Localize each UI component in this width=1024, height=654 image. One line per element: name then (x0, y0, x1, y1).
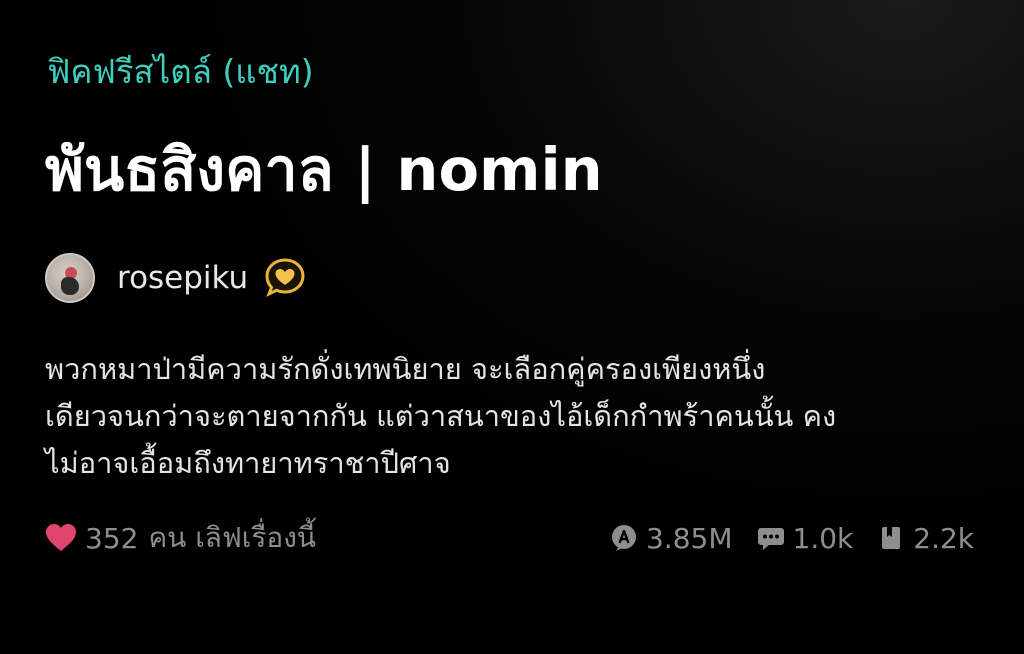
bookmarks-stat: 2.2k (877, 522, 974, 555)
story-card: ฟิคฟรีสไตล์ (แชท) พันธสิงคาล | nomin ros… (0, 0, 1024, 654)
heart-icon[interactable] (45, 523, 77, 553)
story-category[interactable]: ฟิคฟรีสไตล์ (แชท) (47, 52, 314, 92)
comments-stat: 1.0k (757, 521, 854, 555)
reads-stat: 3.85M (610, 522, 733, 555)
description-line: เดียวจนกว่าจะตายจากกัน แต่วาสนาของไอ้เด็… (45, 399, 837, 433)
reads-icon (610, 524, 638, 552)
bookmark-icon (877, 524, 905, 552)
author-avatar[interactable] (45, 253, 95, 303)
reads-count: 3.85M (645, 521, 733, 555)
story-title: พันธสิงคาล | nomin (45, 135, 603, 204)
description-line: พวกหมาป่ามีความรักดั่งเทพนิยาย จะเลือกคู… (45, 352, 766, 386)
gold-heart-chat-icon (264, 257, 306, 299)
comment-icon (757, 524, 785, 552)
likes-stat[interactable]: 352 คน เลิฟเรื่องนี้ (45, 518, 316, 558)
description-line: ไม่อาจเอื้อมถึงทายาทราชาปีศาจ (45, 446, 451, 480)
story-description: พวกหมาป่ามีความรักดั่งเทพนิยาย จะเลือกคู… (45, 346, 985, 487)
author-row[interactable]: rosepiku (45, 252, 306, 304)
likes-count: 352 (85, 521, 139, 555)
author-name[interactable]: rosepiku (117, 260, 248, 296)
comments-count: 1.0k (792, 521, 854, 555)
story-stats: 3.85M 1.0k 2.2k (586, 518, 974, 558)
likes-label: คน เลิฟเรื่องนี้ (148, 521, 317, 554)
bookmarks-count: 2.2k (913, 521, 974, 555)
